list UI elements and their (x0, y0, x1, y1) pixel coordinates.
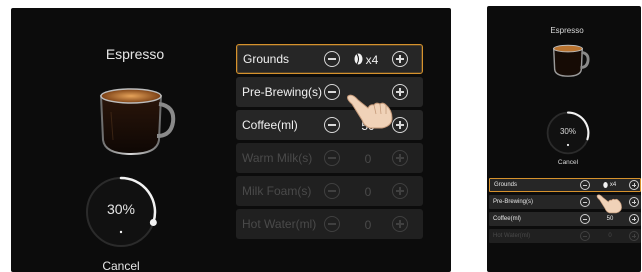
increase-button (392, 183, 408, 199)
row-label: Warm Milk(s) (242, 151, 313, 165)
drink-title: Espresso (105, 46, 165, 62)
pointing-hand-icon (596, 194, 622, 214)
row-label: Hot Water(ml) (493, 233, 531, 239)
increase-button (392, 216, 408, 232)
decrease-button (324, 150, 340, 166)
row-label: Milk Foam(s) (242, 184, 312, 198)
row-hot-water: Hot Water(ml) 0 (489, 229, 641, 243)
increase-button[interactable] (392, 51, 408, 67)
row-label: Coffee(ml) (493, 216, 521, 222)
drink-title: Espresso (550, 26, 584, 35)
increase-button (392, 150, 408, 166)
increase-button[interactable] (629, 197, 639, 207)
espresso-cup-icon (99, 88, 176, 156)
row-label: Grounds (243, 52, 290, 66)
increase-button (629, 231, 639, 241)
phone-screen: Espresso 30% Cancel Grounds x4 Pre-Brewi… (487, 6, 641, 272)
pointing-hand-icon (347, 94, 393, 129)
row-milk-foam: Milk Foam(s) 0 (236, 176, 423, 206)
row-grounds[interactable]: Grounds x4 (489, 178, 641, 192)
row-coffee[interactable]: Coffee(ml) 50 (489, 212, 641, 226)
row-grounds[interactable]: Grounds x4 (236, 44, 423, 74)
decrease-button (580, 231, 590, 241)
row-label: Pre-Brewing(s) (493, 199, 534, 205)
row-value: 0 (364, 218, 372, 232)
row-label: Grounds (494, 182, 518, 188)
row-warm-milk: Warm Milk(s) 0 (236, 143, 423, 173)
decrease-button[interactable] (580, 197, 590, 207)
decrease-button[interactable] (324, 84, 340, 100)
progress-percent: 30% (106, 201, 136, 217)
row-value: 50 (606, 216, 614, 222)
row-value: 0 (364, 152, 372, 166)
row-label: Pre-Brewing(s) (242, 85, 323, 99)
decrease-button (324, 183, 340, 199)
cancel-button[interactable]: Cancel (548, 159, 588, 166)
decrease-button (324, 216, 340, 232)
decrease-button[interactable] (324, 51, 340, 67)
decrease-button[interactable] (580, 214, 590, 224)
espresso-cup-icon (552, 44, 590, 77)
decrease-button[interactable] (580, 180, 590, 190)
row-hot-water: Hot Water(ml) 0 (236, 209, 423, 239)
progress-percent: 30% (559, 127, 576, 136)
row-value: x4 (609, 182, 617, 188)
row-value: 0 (364, 185, 372, 199)
main-screen: Espresso 30% Cancel Grounds x4 Pre-Brewi… (11, 8, 451, 272)
row-value: x4 (365, 53, 379, 67)
increase-button[interactable] (629, 180, 639, 190)
increase-button[interactable] (629, 214, 639, 224)
row-value: 0 (608, 233, 612, 239)
cancel-button[interactable]: Cancel (91, 259, 151, 272)
decrease-button[interactable] (324, 117, 340, 133)
row-label: Hot Water(ml) (242, 217, 317, 231)
row-label: Coffee(ml) (242, 118, 298, 132)
